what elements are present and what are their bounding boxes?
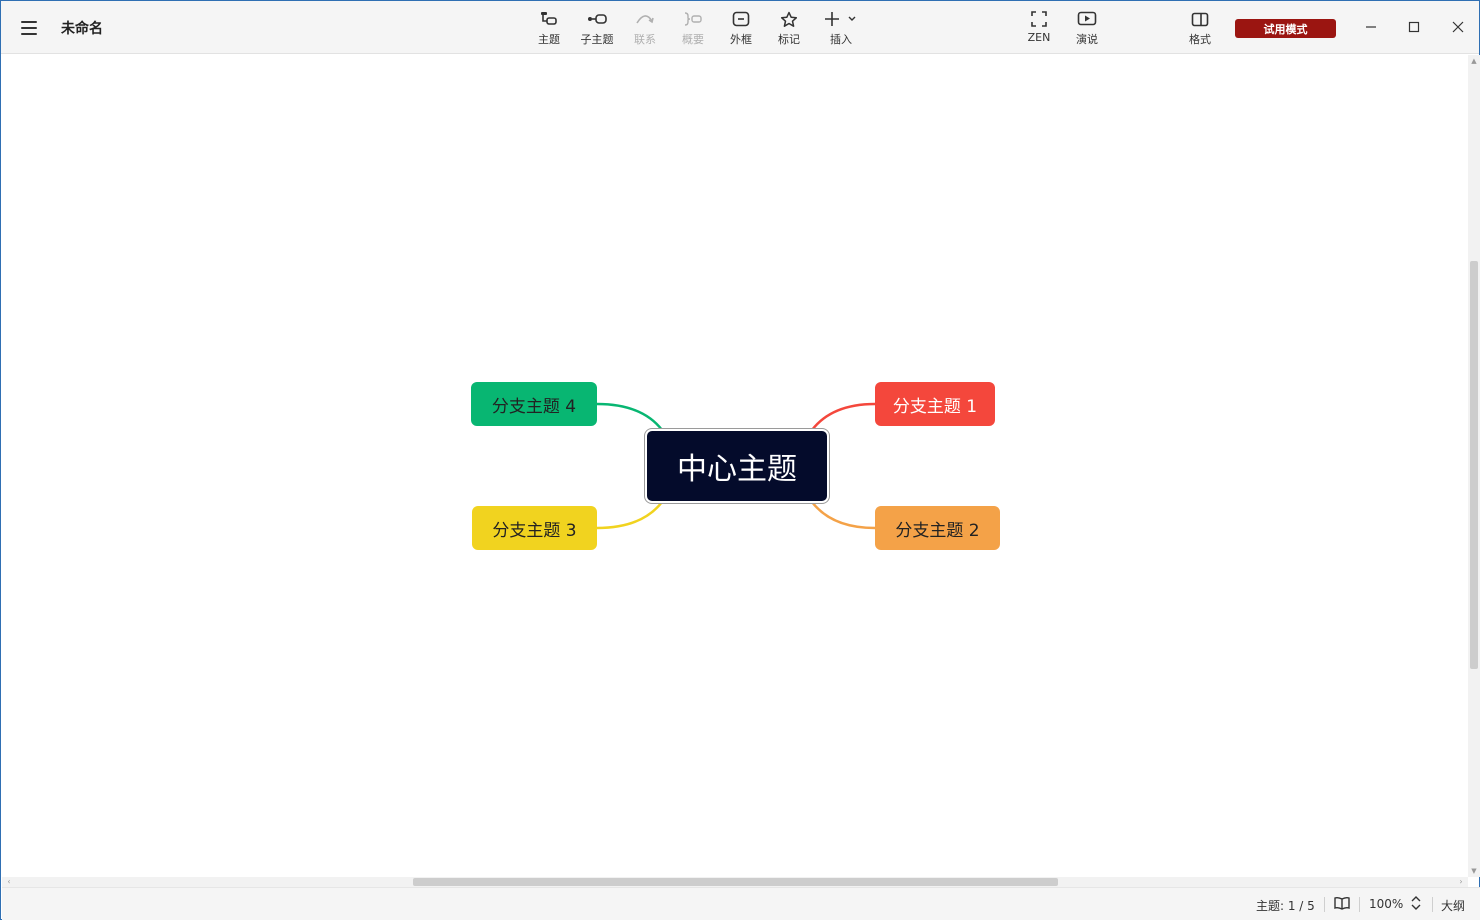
subtopic-icon bbox=[587, 9, 607, 29]
summary-button[interactable]: 概要 bbox=[671, 9, 715, 49]
scroll-down-icon[interactable]: ▼ bbox=[1470, 867, 1478, 875]
zen-button[interactable]: ZEN bbox=[1017, 9, 1061, 49]
minimize-icon[interactable] bbox=[1356, 13, 1386, 41]
vertical-scrollbar[interactable]: ▲ ▼ bbox=[1468, 55, 1480, 877]
marker-button-label: 标记 bbox=[778, 33, 800, 46]
connector-branch-1 bbox=[811, 402, 876, 431]
horizontal-scrollbar[interactable]: ‹ › bbox=[2, 877, 1468, 887]
hamburger-menu-icon[interactable] bbox=[15, 15, 43, 41]
summary-button-label: 概要 bbox=[682, 33, 704, 46]
vertical-scroll-thumb[interactable] bbox=[1470, 261, 1478, 669]
document-title: 未命名 bbox=[61, 21, 103, 37]
branch-topic-4[interactable]: 分支主题 4 bbox=[471, 382, 597, 426]
relationship-button-label: 联系 bbox=[634, 33, 656, 46]
branch-topic-1[interactable]: 分支主题 1 bbox=[875, 382, 995, 426]
topic-count: 主题: 1 / 5 bbox=[1256, 899, 1315, 913]
status-separator bbox=[1359, 897, 1360, 912]
format-button[interactable]: 格式 bbox=[1178, 9, 1222, 49]
branch-topic-3[interactable]: 分支主题 3 bbox=[472, 506, 597, 550]
horizontal-scroll-thumb[interactable] bbox=[413, 878, 1058, 886]
status-separator bbox=[1432, 897, 1433, 912]
summary-icon bbox=[683, 9, 703, 29]
status-bar: 主题: 1 / 5 100% 大纲 bbox=[2, 887, 1480, 920]
boundary-button[interactable]: 外框 bbox=[719, 9, 763, 49]
topic-button[interactable]: 主题 bbox=[527, 9, 571, 49]
subtopic-button-label: 子主题 bbox=[580, 33, 614, 46]
zen-button-label: ZEN bbox=[1027, 31, 1051, 44]
pitch-button-label: 演说 bbox=[1076, 33, 1098, 46]
star-icon bbox=[779, 9, 799, 29]
status-separator bbox=[1324, 897, 1325, 912]
scroll-up-icon[interactable]: ▲ bbox=[1470, 57, 1478, 65]
zoom-level[interactable]: 100% bbox=[1369, 897, 1403, 911]
topic-icon bbox=[539, 9, 559, 29]
connector-branch-4 bbox=[596, 402, 663, 431]
book-icon[interactable] bbox=[1333, 895, 1351, 914]
format-button-label: 格式 bbox=[1189, 33, 1211, 46]
insert-button[interactable]: 插入 bbox=[819, 9, 863, 49]
connector-branch-2 bbox=[811, 501, 876, 530]
relationship-button[interactable]: 联系 bbox=[623, 9, 667, 49]
outline-button[interactable]: 大纲 bbox=[1441, 897, 1465, 914]
scroll-left-icon[interactable]: ‹ bbox=[5, 877, 13, 887]
boundary-icon bbox=[731, 9, 751, 29]
boundary-button-label: 外框 bbox=[730, 33, 752, 46]
connector-branch-3 bbox=[596, 501, 663, 530]
branch-topic-2[interactable]: 分支主题 2 bbox=[875, 506, 1000, 550]
app-window: 未命名 主题 子主题 联系 概要 外框 标记 插入 ZEN 演说 格式 试用模式… bbox=[0, 0, 1480, 920]
insert-button-label: 插入 bbox=[830, 33, 852, 46]
close-icon[interactable] bbox=[1443, 13, 1473, 41]
top-toolbar: 未命名 主题 子主题 联系 概要 外框 标记 插入 ZEN 演说 格式 试用模式 bbox=[1, 1, 1479, 54]
relationship-icon bbox=[635, 9, 655, 29]
scroll-right-icon[interactable]: › bbox=[1457, 877, 1465, 887]
play-icon bbox=[1077, 9, 1097, 29]
subtopic-button[interactable]: 子主题 bbox=[575, 9, 619, 49]
central-topic[interactable]: 中心主题 bbox=[647, 431, 827, 501]
zoom-stepper-icon[interactable] bbox=[1410, 894, 1422, 915]
trial-mode-badge[interactable]: 试用模式 bbox=[1235, 19, 1336, 38]
topic-button-label: 主题 bbox=[538, 33, 560, 46]
plus-icon bbox=[824, 9, 858, 29]
maximize-icon[interactable] bbox=[1399, 13, 1429, 41]
marker-button[interactable]: 标记 bbox=[767, 9, 811, 49]
mindmap-canvas[interactable]: 中心主题 分支主题 1 分支主题 2 分支主题 3 分支主题 4 bbox=[2, 55, 1468, 877]
pitch-button[interactable]: 演说 bbox=[1065, 9, 1109, 49]
fullscreen-icon bbox=[1029, 9, 1049, 29]
format-panel-icon bbox=[1190, 9, 1210, 29]
